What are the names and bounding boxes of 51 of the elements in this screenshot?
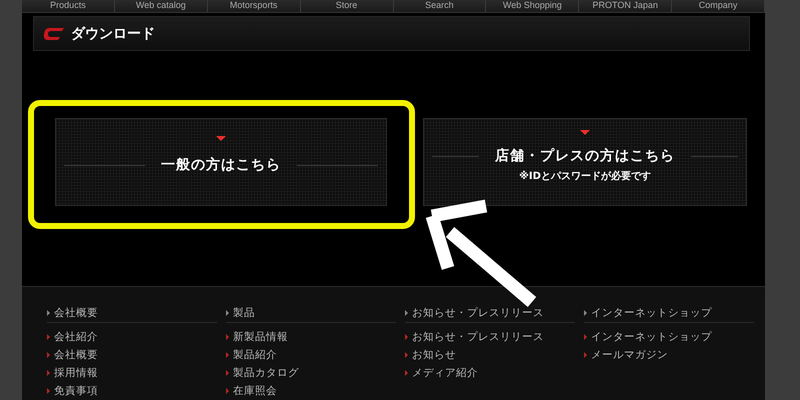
footer-link[interactable]: メールマガジン <box>591 348 668 362</box>
bullet-icon <box>584 310 587 316</box>
bullet-icon <box>226 352 229 358</box>
bullet-icon <box>47 310 50 316</box>
bullet-icon <box>47 370 50 376</box>
footer-link[interactable]: 製品カタログ <box>233 366 299 380</box>
footer-link[interactable]: 製品紹介 <box>233 348 277 362</box>
footer-heading[interactable]: お知らせ・プレスリリース <box>412 306 544 320</box>
footer-heading[interactable]: 製品 <box>233 306 255 320</box>
card-title: 店舗・プレスの方はこちら <box>495 147 675 166</box>
bullet-icon <box>226 388 229 394</box>
nav-link[interactable]: Web Shopping <box>486 0 580 12</box>
nav-link[interactable]: PROTON Japan <box>579 0 672 12</box>
page-title: ダウンロード <box>71 24 155 42</box>
nav-link[interactable]: Company <box>672 0 765 12</box>
bullet-icon <box>47 388 50 394</box>
triangle-icon <box>580 130 590 136</box>
nav-link[interactable]: Motorsports <box>208 0 301 12</box>
bullet-icon <box>47 334 50 340</box>
bullet-icon <box>226 370 229 376</box>
footer-heading[interactable]: 会社概要 <box>54 306 98 320</box>
bullet-icon <box>584 334 587 340</box>
bullet-icon <box>405 370 408 376</box>
footer-heading[interactable]: インターネットショップ <box>591 306 712 320</box>
triangle-icon <box>216 136 226 142</box>
bullet-icon <box>405 334 408 340</box>
logo-icon <box>43 26 65 40</box>
nav-link[interactable]: Web catalog <box>114 0 208 12</box>
download-card[interactable]: 一般の方はこちら <box>55 118 387 206</box>
footer-link[interactable]: 新製品情報 <box>233 330 288 344</box>
footer-link[interactable]: 免責事項 <box>54 384 98 398</box>
bullet-icon <box>584 352 587 358</box>
bullet-icon <box>47 352 50 358</box>
nav-link[interactable]: Products <box>22 0 115 12</box>
nav-link[interactable]: Store <box>300 0 394 12</box>
card-title: 一般の方はこちら <box>161 156 281 174</box>
bullet-icon <box>226 334 229 340</box>
footer-link[interactable]: 在庫照会 <box>233 384 277 398</box>
footer-link[interactable]: メディア紹介 <box>412 366 478 380</box>
footer-link[interactable]: 会社概要 <box>54 348 98 362</box>
footer-link[interactable]: 会社紹介 <box>54 330 98 344</box>
footer-link[interactable]: お知らせ <box>412 348 456 362</box>
bullet-icon <box>405 310 408 316</box>
bullet-icon <box>405 352 408 358</box>
bullet-icon <box>226 310 229 316</box>
card-note: ※IDとパスワードが必要です <box>519 170 651 184</box>
footer-link[interactable]: お知らせ・プレスリリース <box>412 330 544 344</box>
nav-link[interactable]: Search <box>394 0 486 12</box>
footer-link[interactable]: インターネットショップ <box>591 330 712 344</box>
footer-link[interactable]: 採用情報 <box>54 366 98 380</box>
download-card[interactable]: 店舗・プレスの方はこちら ※IDとパスワードが必要です <box>423 118 747 206</box>
